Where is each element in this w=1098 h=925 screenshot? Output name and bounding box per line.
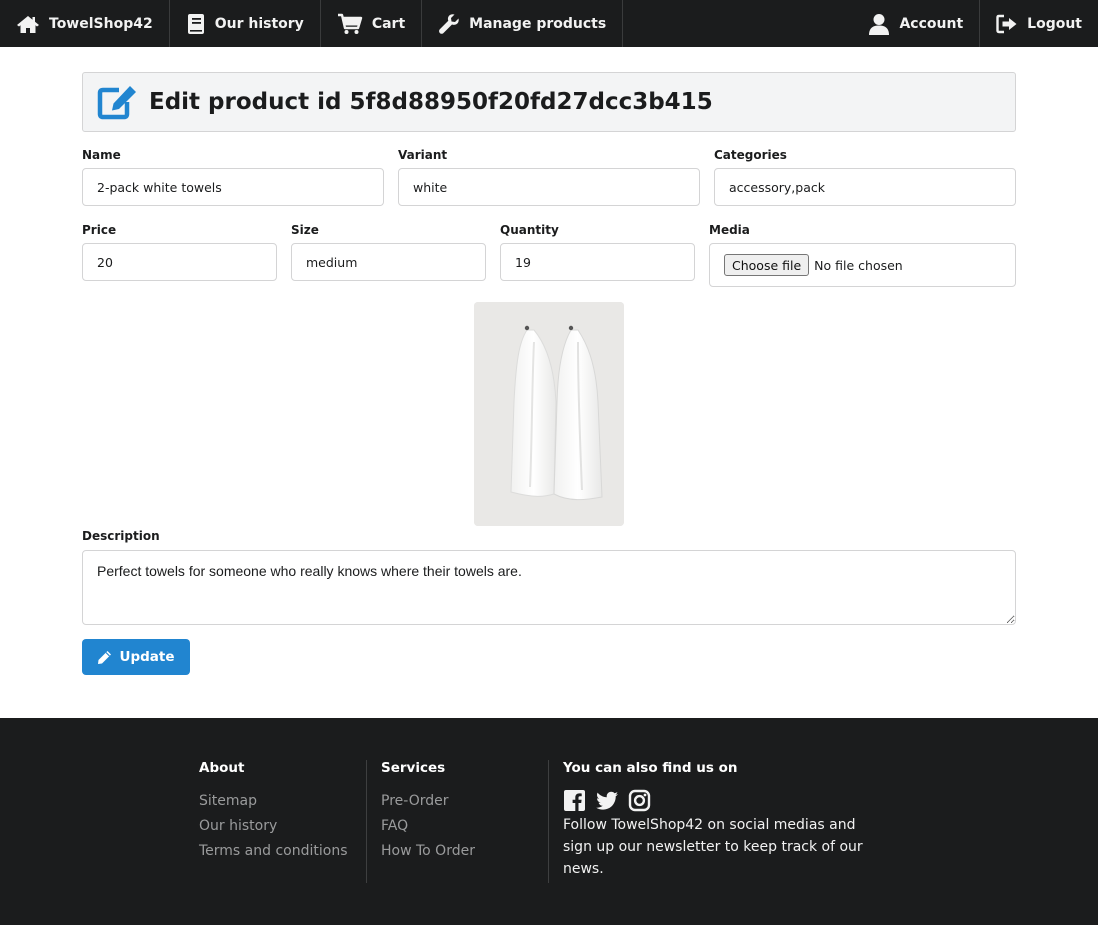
footer-link-faq[interactable]: FAQ [381, 814, 475, 839]
nav-home[interactable]: TowelShop42 [0, 0, 170, 47]
nav-cart-label: Cart [371, 15, 406, 32]
nav-logout-label: Logout [1027, 15, 1082, 32]
facebook-icon[interactable] [563, 789, 586, 812]
nav-brand-label: TowelShop42 [49, 15, 153, 32]
nav-account-label: Account [899, 15, 964, 32]
categories-input[interactable] [714, 168, 1016, 206]
footer-social: You can also find us on Follow TowelShop… [563, 760, 863, 880]
name-field-group: Name [82, 148, 384, 206]
footer-divider [548, 760, 549, 883]
media-label: Media [709, 223, 750, 237]
quantity-input[interactable] [500, 243, 695, 281]
variant-input[interactable] [398, 168, 700, 206]
nav-cart[interactable]: Cart [321, 0, 423, 47]
size-field-group: Size [291, 223, 486, 281]
price-label: Price [82, 223, 117, 237]
categories-field-group: Categories [714, 148, 1016, 206]
footer-about-title: About [199, 760, 245, 776]
twitter-icon[interactable] [595, 789, 619, 812]
home-icon [17, 15, 39, 33]
name-input[interactable] [82, 168, 384, 206]
footer-services-title: Services [381, 760, 446, 776]
choose-file-button[interactable]: Choose file [724, 254, 810, 276]
description-textarea[interactable]: Perfect towels for someone who really kn… [82, 550, 1016, 625]
edit-icon [97, 86, 136, 120]
footer-social-text: Follow TowelShop42 on social medias and … [563, 817, 863, 877]
footer-social-title: You can also find us on [563, 760, 738, 776]
nav-history-label: Our history [214, 15, 304, 32]
quantity-field-group: Quantity [500, 223, 695, 281]
footer: About Sitemap Our history Terms and cond… [0, 718, 1098, 925]
top-nav: TowelShop42 Our history Cart Manage prod… [0, 0, 1098, 47]
book-icon [187, 13, 204, 34]
nav-right-group: Account Logout [852, 0, 1098, 47]
categories-label: Categories [714, 148, 787, 162]
price-field-group: Price [82, 223, 277, 281]
size-label: Size [291, 223, 319, 237]
variant-field-group: Variant [398, 148, 700, 206]
price-input[interactable] [82, 243, 277, 281]
footer-link-our-history[interactable]: Our history [199, 814, 348, 839]
sign-out-icon [996, 14, 1017, 33]
nav-logout[interactable]: Logout [979, 0, 1098, 47]
wrench-icon [439, 13, 459, 34]
size-input[interactable] [291, 243, 486, 281]
quantity-label: Quantity [500, 223, 559, 237]
page-title: Edit product id 5f8d88950f20fd27dcc3b415 [149, 89, 713, 115]
footer-link-how-to-order[interactable]: How To Order [381, 839, 475, 864]
pencil-icon [98, 650, 112, 664]
cart-icon [337, 13, 363, 34]
variant-label: Variant [398, 148, 448, 162]
user-icon [869, 13, 890, 35]
nav-manage-products[interactable]: Manage products [422, 0, 624, 47]
footer-services: Services Pre-Order FAQ How To Order [381, 760, 475, 864]
nav-manage-label: Manage products [469, 15, 607, 32]
footer-link-terms[interactable]: Terms and conditions [199, 839, 348, 864]
file-status: No file chosen [814, 257, 903, 273]
instagram-icon[interactable] [628, 789, 651, 812]
description-field-group: Description [82, 529, 1016, 549]
description-label: Description [82, 529, 160, 543]
product-image [474, 302, 624, 526]
footer-link-pre-order[interactable]: Pre-Order [381, 789, 475, 814]
update-label: Update [119, 649, 175, 665]
media-file-input: Choose file No file chosen [709, 243, 1016, 287]
nav-our-history[interactable]: Our history [170, 0, 321, 47]
media-field-group: Media Choose file No file chosen [709, 223, 1016, 287]
social-icons [563, 789, 863, 812]
page-header: Edit product id 5f8d88950f20fd27dcc3b415 [82, 72, 1016, 132]
update-button[interactable]: Update [82, 639, 190, 675]
nav-account[interactable]: Account [852, 0, 979, 47]
footer-link-sitemap[interactable]: Sitemap [199, 789, 348, 814]
name-label: Name [82, 148, 121, 162]
footer-divider [366, 760, 367, 883]
footer-about: About Sitemap Our history Terms and cond… [199, 760, 348, 864]
